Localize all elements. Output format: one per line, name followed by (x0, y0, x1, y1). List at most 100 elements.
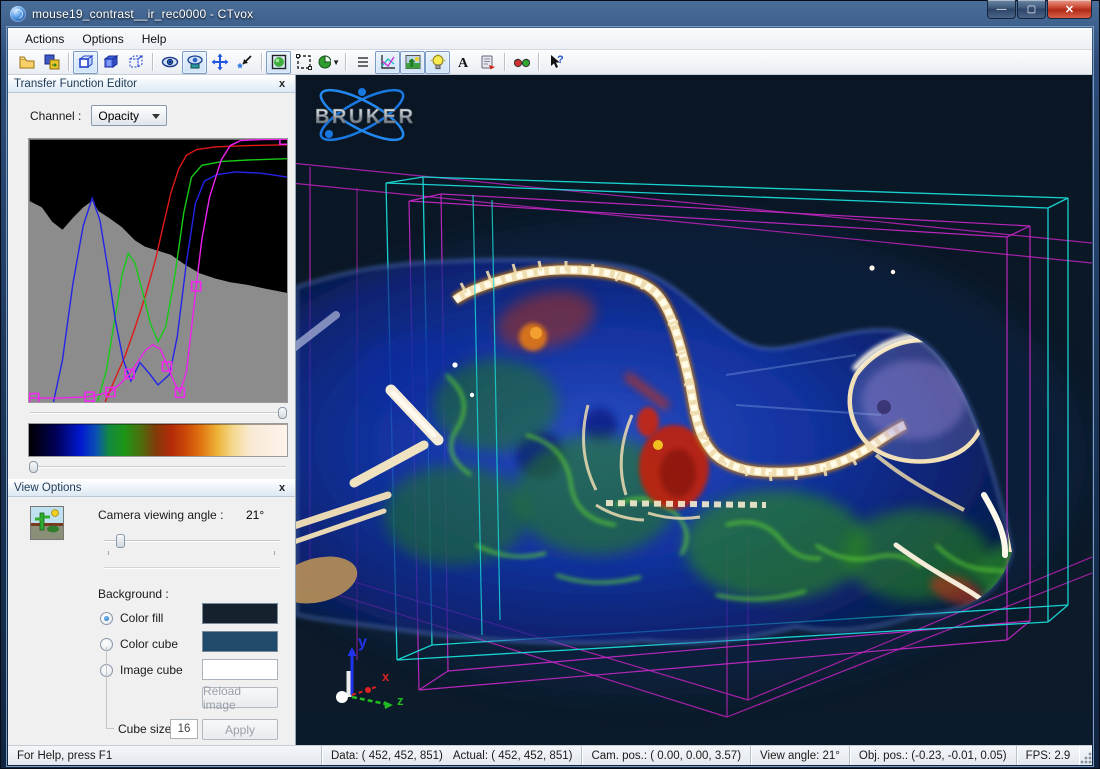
slider-tick (108, 551, 109, 555)
toolbar-open-volume[interactable] (14, 51, 39, 74)
color-cube-label: Color cube (120, 637, 178, 651)
menu-options[interactable]: Options (73, 30, 132, 48)
status-help: For Help, press F1 (8, 746, 322, 765)
axis-indicator: y x z (336, 634, 404, 709)
bruker-logo: BRUKER (315, 81, 416, 149)
tf-panel-header[interactable]: Transfer Function Editor x (8, 75, 295, 93)
view-options-thumbnail-icon (30, 506, 64, 540)
toolbar-stereo-glasses[interactable] (509, 51, 534, 74)
background-label: Background : (98, 587, 169, 601)
color-fill-radio[interactable] (100, 612, 113, 625)
view-options-panel: View Options x Camera viewing angle : 21… (8, 479, 295, 745)
gradient-range-slider[interactable] (28, 460, 288, 474)
titlebar[interactable]: mouse19_contrast__ir_rec0000 - CTvox — ▢… (0, 0, 1100, 28)
toolbar-eye-cube[interactable] (182, 51, 207, 74)
vo-panel-title: View Options (14, 482, 82, 494)
toolbar-separator (152, 53, 153, 71)
toolbar-save-view[interactable] (39, 51, 64, 74)
toolbar: ▼ A ? (8, 50, 1092, 75)
toolbar-separator (261, 53, 262, 71)
svg-text:?: ? (557, 54, 564, 66)
close-button[interactable]: ✕ (1047, 0, 1092, 19)
camera-angle-slider[interactable] (104, 533, 280, 549)
channel-label: Channel : (30, 109, 81, 123)
toolbar-transfer-function[interactable] (375, 51, 400, 74)
cube-size-label: Cube size (118, 722, 171, 736)
tree-connector (106, 728, 114, 729)
status-fps: FPS: 2.9 (1017, 746, 1080, 765)
menu-actions[interactable]: Actions (16, 30, 73, 48)
status-data-size: Data: ( 452, 452, 851) Actual: ( 452, 45… (322, 746, 582, 765)
left-panel-column: Transfer Function Editor x Channel : Opa… (8, 75, 296, 745)
status-view-angle: View angle: 21° (751, 746, 850, 765)
toolbar-show-eye[interactable] (157, 51, 182, 74)
color-cube-swatch[interactable] (202, 631, 278, 652)
image-cube-radio-row[interactable]: Image cube (100, 663, 183, 677)
tree-connector (106, 647, 107, 728)
slider-track (104, 540, 280, 542)
toolbar-move-arrows[interactable] (207, 51, 232, 74)
axis-y-label: y (358, 634, 367, 651)
separator (104, 567, 280, 569)
axis-x-label: x (382, 669, 390, 684)
slider-thumb[interactable] (116, 534, 125, 548)
window-title: mouse19_contrast__ir_rec0000 - CTvox (32, 7, 253, 21)
svg-text:A: A (458, 56, 469, 71)
toolbar-context-help[interactable]: ? (543, 51, 568, 74)
color-fill-radio-row[interactable]: Color fill (100, 611, 163, 625)
toolbar-view-options[interactable] (400, 51, 425, 74)
menu-help[interactable]: Help (133, 30, 176, 48)
resize-grip[interactable] (1079, 751, 1092, 765)
toolbar-fly-to[interactable] (232, 51, 257, 74)
toolbar-clip-box[interactable] (291, 51, 316, 74)
cube-size-field[interactable]: 16 (170, 719, 198, 739)
toolbar-cube-wire[interactable] (123, 51, 148, 74)
minimize-button[interactable]: — (987, 0, 1016, 19)
color-gradient-bar[interactable] (28, 423, 288, 457)
toolbar-list-view[interactable] (350, 51, 375, 74)
status-bar: For Help, press F1 Data: ( 452, 452, 851… (8, 745, 1092, 765)
apply-button[interactable]: Apply (202, 719, 278, 740)
bruker-logo-text: BRUKER (315, 106, 416, 128)
slider-tick (274, 551, 275, 555)
toolbar-annotations[interactable]: A (450, 51, 475, 74)
toolbar-sphere-box[interactable] (266, 51, 291, 74)
app-icon (10, 6, 26, 22)
toolbar-lighting[interactable] (425, 51, 450, 74)
status-obj-pos: Obj. pos.: (-0.23, -0.01, 0.05) (850, 746, 1017, 765)
image-cube-path-field[interactable] (202, 659, 278, 680)
camera-angle-value: 21° (246, 508, 264, 522)
toolbar-cut-sphere[interactable]: ▼ (316, 51, 341, 74)
tf-range-slider[interactable] (28, 406, 288, 420)
toolbar-cube-shaded[interactable] (98, 51, 123, 74)
slider-thumb[interactable] (278, 407, 287, 419)
maximize-button[interactable]: ▢ (1017, 0, 1046, 19)
transfer-function-editor-panel: Transfer Function Editor x Channel : Opa… (8, 75, 295, 479)
slider-track (30, 466, 286, 468)
status-actual: Actual: ( 452, 452, 851) (453, 750, 573, 762)
channel-value: Opacity (98, 109, 139, 123)
axis-z-label: z (397, 693, 404, 708)
camera-angle-label: Camera viewing angle : (98, 508, 223, 522)
color-cube-radio-row[interactable]: Color cube (100, 637, 178, 651)
toolbar-script[interactable] (475, 51, 500, 74)
slider-thumb[interactable] (29, 461, 38, 473)
channel-select[interactable]: Opacity (91, 105, 167, 126)
vo-panel-close-icon[interactable]: x (275, 482, 289, 494)
slider-track (30, 412, 286, 414)
color-fill-swatch[interactable] (202, 603, 278, 624)
toolbar-separator (345, 53, 346, 71)
tf-panel-close-icon[interactable]: x (275, 78, 289, 90)
reload-image-button[interactable]: Reload image (202, 687, 278, 708)
color-fill-label: Color fill (120, 611, 163, 625)
tf-panel-title: Transfer Function Editor (14, 78, 137, 90)
toolbar-separator (538, 53, 539, 71)
dropdown-caret-icon: ▼ (332, 58, 340, 67)
transfer-function-plot[interactable] (28, 138, 288, 403)
image-cube-label: Image cube (120, 663, 183, 677)
toolbar-separator (68, 53, 69, 71)
toolbar-separator (504, 53, 505, 71)
render-viewport[interactable]: BRUKER y x z (296, 75, 1092, 745)
vo-panel-header[interactable]: View Options x (8, 479, 295, 497)
toolbar-cube-solid[interactable] (73, 51, 98, 74)
